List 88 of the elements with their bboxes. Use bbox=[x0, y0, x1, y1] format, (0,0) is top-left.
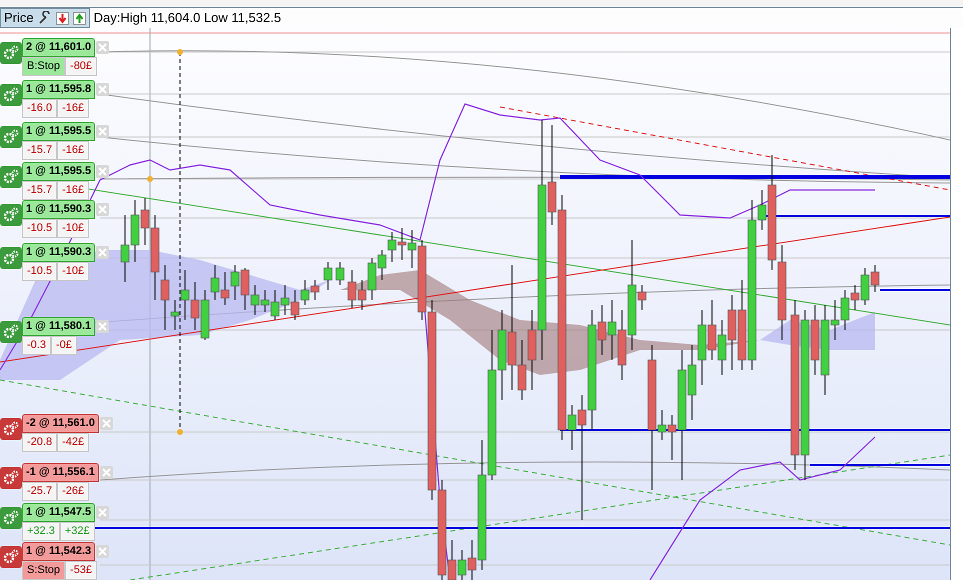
profit-value: -10£ bbox=[57, 262, 90, 281]
candlestick bbox=[336, 262, 344, 286]
profit-value: -16£ bbox=[57, 141, 90, 160]
order-settings-button[interactable] bbox=[0, 42, 22, 64]
wrench-icon[interactable] bbox=[38, 11, 52, 25]
candlestick bbox=[290, 290, 300, 320]
order-settings-button[interactable] bbox=[0, 166, 22, 188]
profit-value: -25.7 bbox=[22, 482, 58, 501]
candlestick bbox=[270, 290, 280, 320]
profit-value: +32.3 bbox=[22, 522, 60, 541]
gears-icon bbox=[3, 250, 19, 266]
candlestick bbox=[260, 290, 270, 312]
order-settings-button[interactable] bbox=[0, 84, 22, 106]
profit-value: -15.7 bbox=[22, 181, 58, 200]
gears-icon bbox=[3, 169, 19, 185]
candlestick bbox=[708, 300, 716, 360]
order-label[interactable]: -2 @ 11,561.0 bbox=[22, 414, 99, 433]
gears-icon bbox=[3, 470, 19, 486]
profit-value: -0.3 bbox=[22, 336, 51, 355]
order-label[interactable]: 2 @ 11,601.0 bbox=[22, 38, 96, 57]
candlestick bbox=[310, 280, 320, 300]
candlestick bbox=[240, 268, 250, 310]
order-label[interactable]: 1 @ 11,595.5 bbox=[22, 162, 96, 181]
order-label[interactable]: 1 @ 11,590.3 bbox=[22, 200, 96, 219]
gears-icon bbox=[3, 87, 19, 103]
profit-value: -26£ bbox=[57, 482, 90, 501]
order-settings-button[interactable] bbox=[0, 418, 22, 440]
profit-value: -10.5 bbox=[22, 262, 58, 281]
candlestick bbox=[608, 300, 616, 360]
gears-icon bbox=[3, 324, 19, 340]
candlestick bbox=[250, 284, 260, 316]
order-settings-button[interactable] bbox=[0, 507, 22, 529]
order-label[interactable]: 1 @ 11,580.1 bbox=[22, 317, 96, 336]
arrow-down-icon[interactable] bbox=[56, 12, 69, 24]
profit-value: +32£ bbox=[60, 522, 95, 541]
candlestick bbox=[378, 250, 386, 280]
order-label[interactable]: 1 @ 11,542.3 bbox=[22, 542, 96, 561]
gears-icon bbox=[3, 549, 19, 565]
candlestick bbox=[388, 232, 396, 262]
stop-label: B:Stop bbox=[22, 57, 66, 76]
candlestick bbox=[130, 200, 140, 262]
arrow-up-icon[interactable] bbox=[72, 12, 86, 24]
candlestick bbox=[358, 280, 366, 310]
candlestick bbox=[280, 284, 290, 316]
candlestick bbox=[190, 282, 200, 330]
order-settings-button[interactable] bbox=[0, 546, 22, 568]
gears-icon bbox=[3, 45, 19, 61]
order-settings-button[interactable] bbox=[0, 126, 22, 148]
candlestick bbox=[870, 264, 880, 292]
profit-value: -10.5 bbox=[22, 219, 58, 238]
candlestick bbox=[300, 280, 310, 306]
candlestick bbox=[458, 550, 466, 580]
order-label[interactable]: -1 @ 11,556.1 bbox=[22, 463, 99, 482]
candlestick bbox=[718, 320, 726, 376]
order-settings-button[interactable] bbox=[0, 467, 22, 489]
profit-value: -16£ bbox=[57, 181, 90, 200]
candlestick bbox=[398, 228, 406, 260]
candlestick bbox=[324, 262, 332, 290]
order-label[interactable]: 1 @ 11,595.5 bbox=[22, 122, 96, 141]
profit-value: -20.8 bbox=[22, 433, 58, 452]
profit-value: -15.7 bbox=[22, 141, 58, 160]
stop-label: S:Stop bbox=[22, 561, 66, 580]
profit-value: -16£ bbox=[57, 99, 90, 118]
candlestick bbox=[220, 272, 230, 306]
panel-title: Price bbox=[4, 9, 34, 28]
order-label[interactable]: 1 @ 11,595.8 bbox=[22, 80, 96, 99]
profit-value: -0£ bbox=[50, 336, 77, 355]
order-label[interactable]: 1 @ 11,547.5 bbox=[22, 503, 96, 522]
day-range-text: Day:High 11,604.0 Low 11,532.5 bbox=[94, 9, 282, 28]
profit-value: -80£ bbox=[65, 57, 98, 76]
candlestick bbox=[230, 264, 240, 300]
order-settings-button[interactable] bbox=[0, 204, 22, 226]
candlestick bbox=[210, 264, 220, 300]
order-settings-button[interactable] bbox=[0, 321, 22, 343]
gears-icon bbox=[3, 129, 19, 145]
profit-value: -16.0 bbox=[22, 99, 58, 118]
gears-icon bbox=[3, 510, 19, 526]
order-settings-button[interactable] bbox=[0, 247, 22, 269]
order-label[interactable]: 1 @ 11,590.3 bbox=[22, 243, 96, 262]
gears-icon bbox=[3, 421, 19, 437]
candlestick bbox=[368, 258, 376, 300]
profit-value: -53£ bbox=[65, 561, 98, 580]
candlestick bbox=[348, 270, 356, 308]
candlestick bbox=[200, 290, 210, 340]
gears-icon bbox=[3, 207, 19, 223]
profit-value: -10£ bbox=[57, 219, 90, 238]
candlestick bbox=[120, 214, 130, 282]
profit-value: -42£ bbox=[57, 433, 90, 452]
